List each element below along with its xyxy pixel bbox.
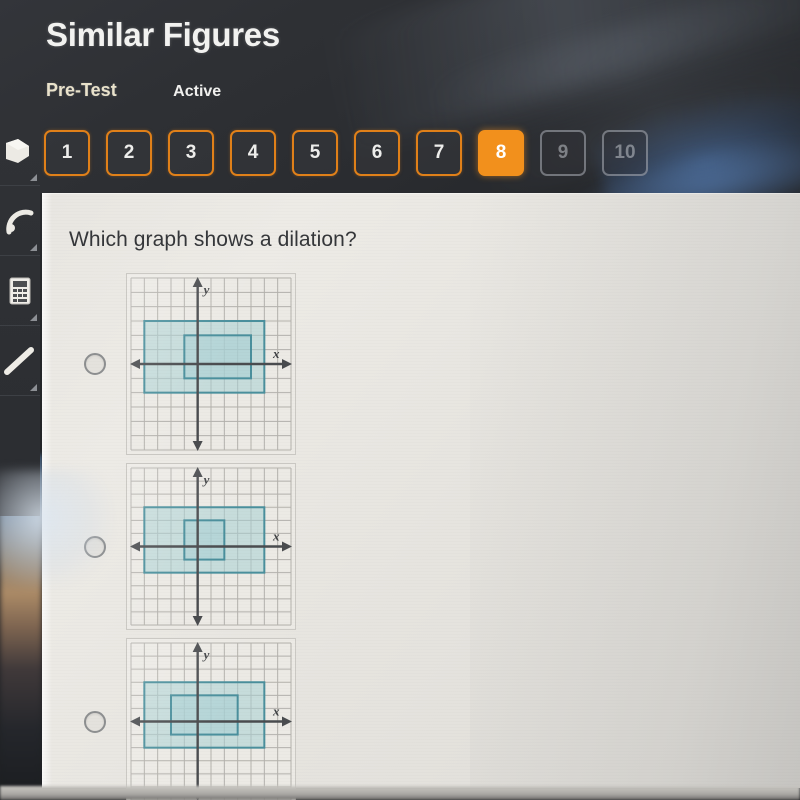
panel-edge-highlight [42,193,52,788]
app-header: Similar Figures Pre-Test Active 1 2 3 4 … [0,0,800,248]
svg-text:y: y [202,472,210,487]
question-pager[interactable]: 1 2 3 4 5 6 7 8 9 10 [44,130,648,176]
tool-expand-corner[interactable] [30,174,37,181]
graph-a[interactable]: yx [126,273,296,455]
marker-icon [5,137,35,165]
pager-item-8[interactable]: 8 [478,130,524,176]
svg-text:y: y [202,647,210,662]
question-content-panel: Which graph shows a dilation? yx yx y x [42,193,800,800]
calculator-icon [8,277,32,305]
screenshot-photo: Similar Figures Pre-Test Active 1 2 3 4 … [0,0,800,800]
tool-rail[interactable] [0,116,40,516]
pager-item-6[interactable]: 6 [354,130,400,176]
pager-item-2[interactable]: 2 [106,130,152,176]
pager-item-7[interactable]: 7 [416,130,462,176]
pager-item-9: 9 [540,130,586,176]
pager-item-10: 10 [602,130,648,176]
svg-text:x: x [272,704,280,719]
status-badge: Active [173,83,222,100]
svg-text:x: x [272,346,280,361]
tool-protractor[interactable] [0,186,40,256]
graph-b-svg: yx [130,467,292,626]
panel-shadow-overlay [470,193,800,788]
graph-b[interactable]: yx [126,463,296,630]
radio-button-a[interactable] [84,353,106,375]
svg-text:x: x [272,529,280,544]
tool-expand-corner[interactable] [30,384,37,391]
question-prompt: Which graph shows a dilation? [69,228,357,251]
assessment-type-label: Pre-Test [46,80,117,100]
tool-calculator[interactable] [0,256,40,326]
ruler-icon [4,346,36,376]
radio-button-c[interactable] [84,710,106,733]
answer-choice-b[interactable]: yx [62,463,296,630]
pager-item-4[interactable]: 4 [230,130,276,176]
pager-item-3[interactable]: 3 [168,130,214,176]
answer-choice-a[interactable]: yx [62,273,296,455]
page-title: Similar Figures [46,16,280,53]
answer-choice-list: yx yx yx [62,273,296,800]
graph-c-svg: yx [130,642,292,800]
background-bottom-edge [0,786,800,800]
arc-tool-icon [5,207,35,235]
graph-c[interactable]: yx [126,638,296,800]
tool-expand-corner[interactable] [30,314,37,321]
graph-a-svg: yx [130,277,292,451]
tool-expand-corner[interactable] [30,244,37,251]
pager-item-5[interactable]: 5 [292,130,338,176]
answer-choice-c[interactable]: yx [62,638,296,800]
screen-glare-streak [470,25,800,205]
radio-button-b[interactable] [84,535,106,558]
assessment-meta: Pre-Test Active [46,80,221,101]
pager-item-1[interactable]: 1 [44,130,90,176]
svg-text:y: y [202,282,210,297]
tool-ruler[interactable] [0,326,40,396]
screen-glare-streak [323,0,800,150]
tool-highlighter[interactable] [0,116,40,186]
